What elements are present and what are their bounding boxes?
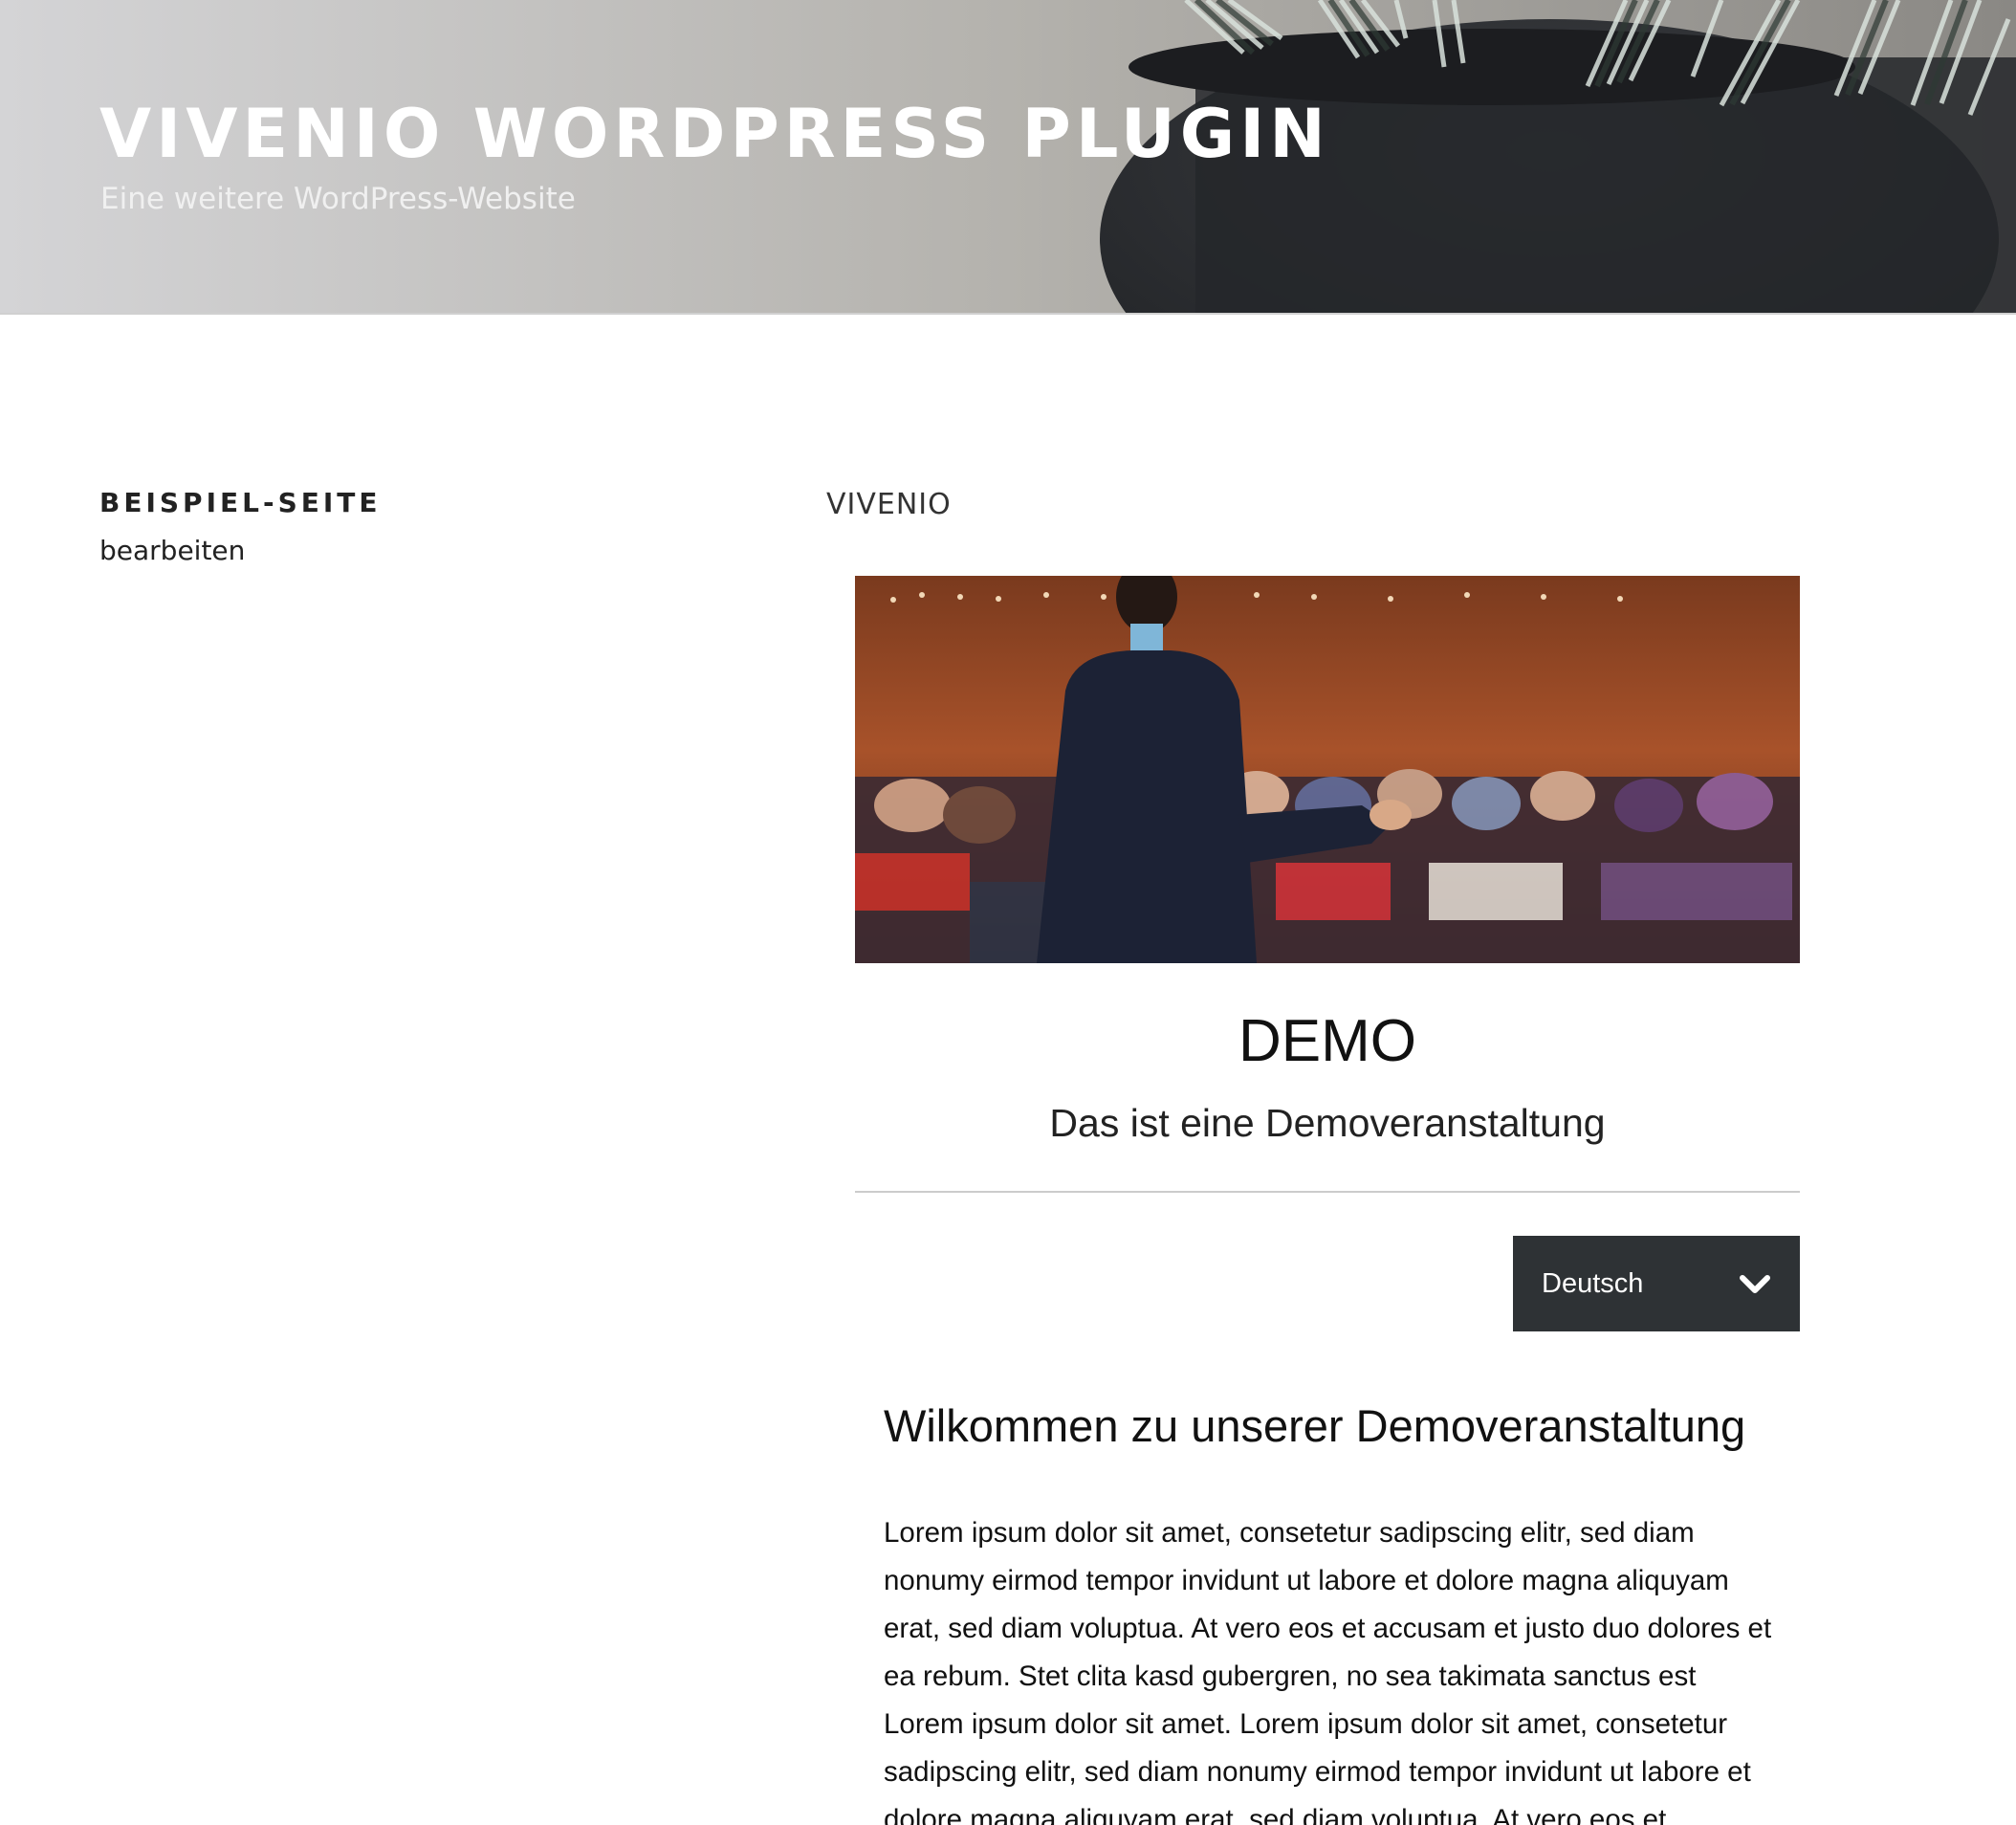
body-text: Lorem ipsum dolor sit amet, consetetur s…	[884, 1517, 1772, 1825]
site-header: VIVENIO WORDPRESS PLUGIN Eine weitere Wo…	[0, 0, 2016, 315]
page-title: BEISPIEL-SEITE	[99, 487, 382, 518]
header-divider	[0, 313, 2016, 315]
site-description: Eine weitere WordPress-Website	[100, 182, 576, 216]
content-divider	[855, 1191, 1800, 1193]
site-title[interactable]: VIVENIO WORDPRESS PLUGIN	[99, 94, 1330, 174]
language-select-value: Deutsch	[1542, 1268, 1644, 1299]
edit-link[interactable]: bearbeiten	[99, 534, 245, 568]
page: VIVENIO WORDPRESS PLUGIN Eine weitere Wo…	[0, 0, 2016, 1825]
language-select[interactable]: Deutsch	[1513, 1236, 1800, 1331]
chevron-down-icon	[1740, 1275, 1770, 1293]
welcome-heading: Wilkommen zu unserer Demoveranstaltung	[884, 1400, 1746, 1451]
event-title: DEMO	[1238, 1008, 1416, 1074]
event-image	[855, 576, 1800, 963]
event-subtitle: Das ist eine Demoveranstaltung	[1049, 1101, 1606, 1145]
section-label: VIVENIO	[826, 488, 952, 521]
